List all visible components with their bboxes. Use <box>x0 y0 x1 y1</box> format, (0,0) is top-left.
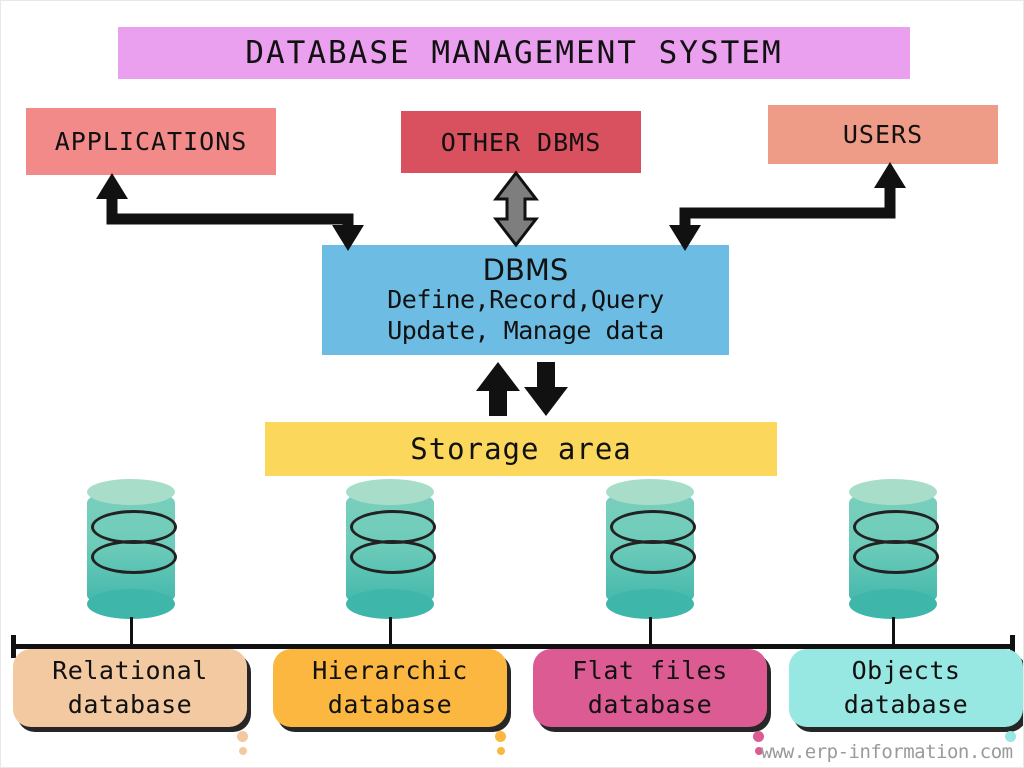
cylinder-ring-icon <box>350 510 436 544</box>
cylinder-ring-icon <box>91 510 177 544</box>
storage-area-box: Storage area <box>265 422 777 476</box>
page-title: DATABASE MANAGEMENT SYSTEM <box>118 27 910 79</box>
db-label-line-1: Flat files <box>572 656 728 686</box>
rail-end-cap-left <box>11 635 16 658</box>
relational-database-box: Relational database <box>13 649 247 727</box>
cylinder-ring-icon <box>350 540 436 574</box>
decorative-dot <box>497 747 505 755</box>
storage-to-dbms-up-arrow <box>476 362 520 416</box>
dbms-architecture-diagram: DATABASE MANAGEMENT SYSTEM APPLICATIONS … <box>0 0 1024 768</box>
cylinder-ring-icon <box>91 540 177 574</box>
objects-cylinder <box>849 479 939 665</box>
cylinder-ring-icon <box>853 510 939 544</box>
hierarchic-cylinder <box>346 479 436 665</box>
db-label-line-2: database <box>327 690 453 719</box>
dbms-to-storage-down-arrow <box>524 362 568 416</box>
applications-to-dbms-arrow <box>96 173 364 251</box>
db-label-line-1: Relational <box>52 656 208 686</box>
hierarchic-database-box: Hierarchic database <box>273 649 507 727</box>
decorative-dot <box>495 731 506 742</box>
dbms-functions-line-2: Update, Manage data <box>387 315 664 345</box>
decorative-dot <box>239 747 247 755</box>
dbms-functions-line-1: Define,Record,Query <box>387 285 664 314</box>
cylinder-bottom-shade <box>346 589 434 619</box>
cylinder-bottom-shade <box>606 589 694 619</box>
users-box: USERS <box>768 105 998 164</box>
cylinder-bottom-shade <box>849 589 937 619</box>
cylinder-top-ellipse <box>346 479 434 505</box>
flatfiles-database-box: Flat files database <box>533 649 767 727</box>
users-to-dbms-arrow <box>669 162 906 251</box>
site-watermark: www.erp-information.com <box>761 741 1013 763</box>
cylinder-ring-icon <box>610 510 696 544</box>
cylinder-top-ellipse <box>849 479 937 505</box>
cylinder-ring-icon <box>610 540 696 574</box>
dbms-heading: DBMS <box>482 253 569 287</box>
db-label-line-2: database <box>587 690 713 719</box>
cylinder-top-ellipse <box>87 479 175 505</box>
objects-database-box: Objects database <box>789 649 1023 727</box>
cylinder-ring-icon <box>853 540 939 574</box>
db-label-line-1: Hierarchic <box>312 656 468 686</box>
other-dbms-box: OTHER DBMS <box>401 111 641 173</box>
db-label-line-1: Objects <box>851 656 961 686</box>
flatfiles-cylinder <box>606 479 696 665</box>
db-label-line-2: database <box>67 690 193 719</box>
decorative-dot <box>237 731 248 742</box>
db-label-line-2: database <box>843 690 969 719</box>
cylinder-bottom-shade <box>87 589 175 619</box>
applications-box: APPLICATIONS <box>26 108 276 175</box>
cylinder-top-ellipse <box>606 479 694 505</box>
dbms-core-box: DBMS Define,Record,Query Update, Manage … <box>322 245 729 355</box>
relational-cylinder <box>87 479 177 665</box>
other-dbms-bidirectional-arrow <box>492 170 540 248</box>
